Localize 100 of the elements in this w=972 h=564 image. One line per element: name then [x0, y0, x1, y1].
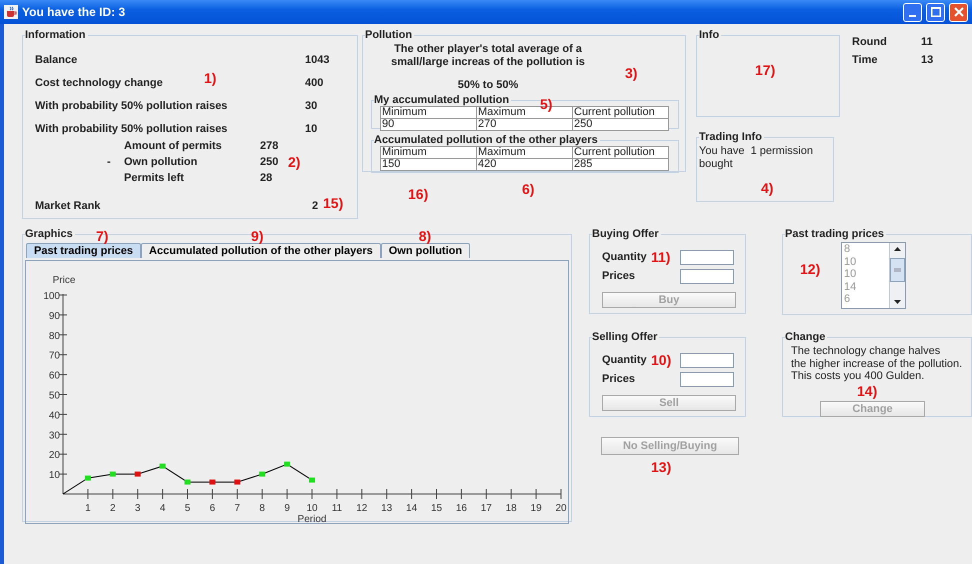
annotation-number: 8): [418, 229, 432, 243]
close-icon: [954, 7, 964, 17]
tick-label: 70: [48, 350, 60, 362]
group-title: Pollution: [365, 30, 414, 41]
info-value: 10: [305, 122, 318, 138]
annotation-number: 11): [651, 250, 670, 264]
table-cell: Current pollution: [572, 146, 668, 158]
description-line: small/large increas of the pollution is: [390, 56, 586, 69]
tick-label: 1: [85, 502, 91, 514]
tick-label: 19: [530, 502, 542, 514]
tick-label: 11: [332, 502, 342, 514]
annotation-number: 10): [651, 353, 672, 367]
info-label: Cost technology change: [35, 76, 163, 92]
group-title: My accumulated pollution: [374, 94, 510, 106]
info-value: 400: [305, 76, 324, 92]
tick-label: 8: [259, 502, 265, 514]
annotation-number: 15): [323, 196, 344, 210]
description-line: The technology change halves: [791, 345, 942, 358]
tick-label: 6: [210, 502, 216, 514]
chart-tab[interactable]: Accumulated pollution of the other players: [141, 243, 381, 258]
description-line: This costs you 400 Gulden.: [791, 370, 926, 382]
tick-label: 14: [406, 502, 418, 514]
tick-label: 7: [234, 502, 240, 514]
annotation-number: 12): [800, 262, 820, 276]
annotation-number: 4): [761, 181, 774, 195]
field-label: Prices: [602, 269, 636, 284]
group-title: Buying Offer: [592, 229, 660, 240]
list-item[interactable]: 14: [842, 280, 889, 293]
price-list[interactable]: 8 10 10 14 6: [841, 242, 906, 309]
input-field[interactable]: [680, 353, 734, 368]
tick-label: 20: [48, 450, 60, 461]
input-field[interactable]: [680, 250, 734, 265]
input-field[interactable]: [680, 372, 734, 387]
annotation-number: 17): [755, 63, 776, 77]
maximize-icon: [930, 7, 940, 17]
cup-icon: [4, 5, 18, 19]
window-title: You have the ID: 3: [22, 4, 126, 21]
minimize-button[interactable]: [903, 2, 922, 22]
table-cell: 270: [476, 118, 572, 130]
permit-label: Permits left: [124, 171, 185, 186]
tick-label: 13: [381, 502, 392, 514]
group-title: Past trading prices: [785, 229, 886, 240]
table-cell: 420: [476, 158, 572, 170]
info-label: Balance: [35, 53, 78, 68]
tick-label: 5: [184, 502, 190, 514]
field-label: Quantity: [602, 353, 647, 368]
list-item[interactable]: 10: [842, 268, 889, 280]
annotation-number: 7): [96, 229, 108, 243]
list-item[interactable]: 10: [842, 256, 889, 268]
tick-label: 17: [480, 502, 492, 514]
permit-label: Amount of permits: [124, 139, 223, 154]
group-title: Accumulated pollution of the other players: [374, 134, 599, 146]
group-title: Graphics: [25, 229, 74, 240]
annotation-number: 13): [651, 460, 672, 474]
info-value: 30: [305, 99, 318, 114]
tick-label: 40: [48, 410, 60, 421]
maximize-button[interactable]: [926, 2, 945, 22]
tick-label: 50: [48, 390, 60, 401]
tick-label: 10: [48, 470, 60, 481]
tick-label: 16: [456, 502, 467, 514]
permit-value: 28: [260, 171, 272, 186]
scrollbar-thumb[interactable]: [890, 258, 905, 282]
tick-label: 20: [555, 502, 567, 514]
tick-label: 10: [306, 502, 318, 514]
axis-title: Price: [52, 274, 76, 286]
chart-tab[interactable]: Past trading prices: [26, 243, 142, 258]
annotation-number: 14): [857, 384, 878, 398]
annotation-number: 1): [204, 71, 216, 85]
table-cell: Minimum: [380, 146, 476, 158]
permit-value: 278: [260, 139, 278, 154]
list-item[interactable]: 8: [842, 243, 889, 256]
list-item[interactable]: 6: [842, 293, 889, 306]
tick-label: 90: [48, 310, 60, 322]
input-field[interactable]: [680, 269, 734, 284]
table-cell: 90: [380, 118, 476, 130]
close-button[interactable]: [949, 2, 968, 22]
field-label: Quantity: [602, 250, 647, 266]
annotation-number: 16): [408, 186, 428, 200]
annotation-number: 2): [288, 155, 300, 169]
table-cell: Maximum: [476, 146, 572, 158]
info-value: 1043: [305, 53, 330, 68]
info-label: With probability 50% pollution raises: [35, 99, 228, 114]
status-value: 13: [921, 53, 934, 68]
table-cell: 285: [572, 158, 668, 170]
chart-tab[interactable]: Own pollution: [380, 243, 470, 258]
table-cell: Current pollution: [572, 106, 668, 118]
tick-label: 18: [506, 502, 517, 514]
field-label: Prices: [602, 372, 636, 388]
table-cell: Minimum: [380, 106, 476, 118]
minus-sign: -: [107, 156, 111, 168]
status-label: Time: [852, 53, 878, 68]
tick-label: 100: [43, 290, 60, 302]
axis-title: Period: [298, 514, 326, 522]
tick-label: 4: [160, 502, 166, 514]
tick-label: 12: [356, 502, 368, 514]
description-line: the higher increase of the pollution.: [791, 358, 964, 370]
annotation-number: 3): [625, 66, 638, 80]
group-title: Trading Info: [699, 132, 763, 143]
info-label: With probability 50% pollution raises: [35, 122, 228, 138]
annotation-number: 6): [522, 182, 534, 196]
